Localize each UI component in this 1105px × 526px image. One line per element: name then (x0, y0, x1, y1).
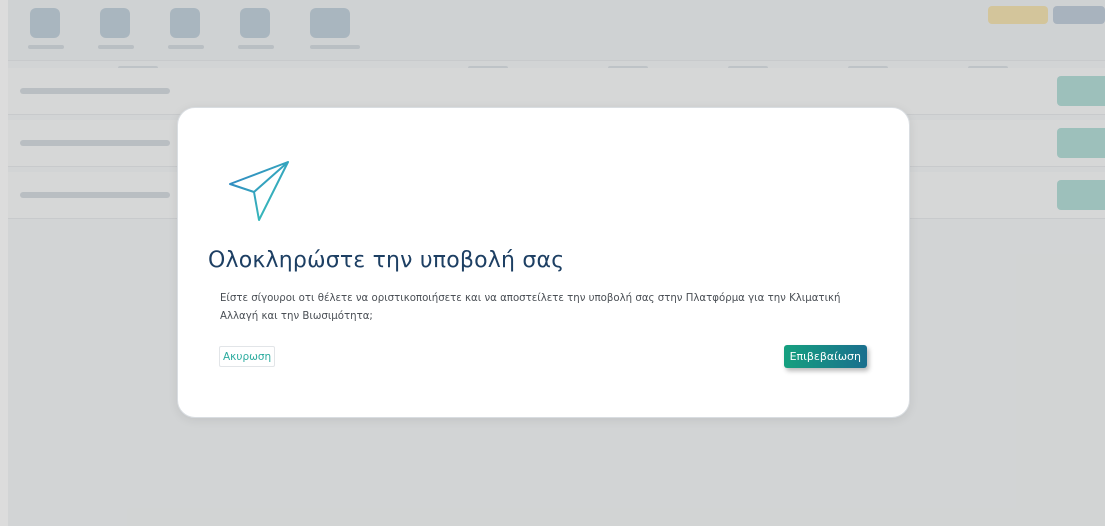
dialog-title: Ολοκληρώστε την υποβολή σας (208, 248, 565, 273)
confirm-button[interactable]: Επιβεβαίωση (783, 345, 867, 368)
dialog-message: Είστε σίγουροι οτι θέλετε να οριστικοποι… (220, 293, 841, 322)
confirm-submission-dialog: Ολοκληρώστε την υποβολή σας Είστε σίγουρ… (177, 107, 910, 418)
paper-plane-send-icon (229, 161, 289, 221)
cancel-button[interactable]: Ακυρωση (219, 346, 276, 367)
